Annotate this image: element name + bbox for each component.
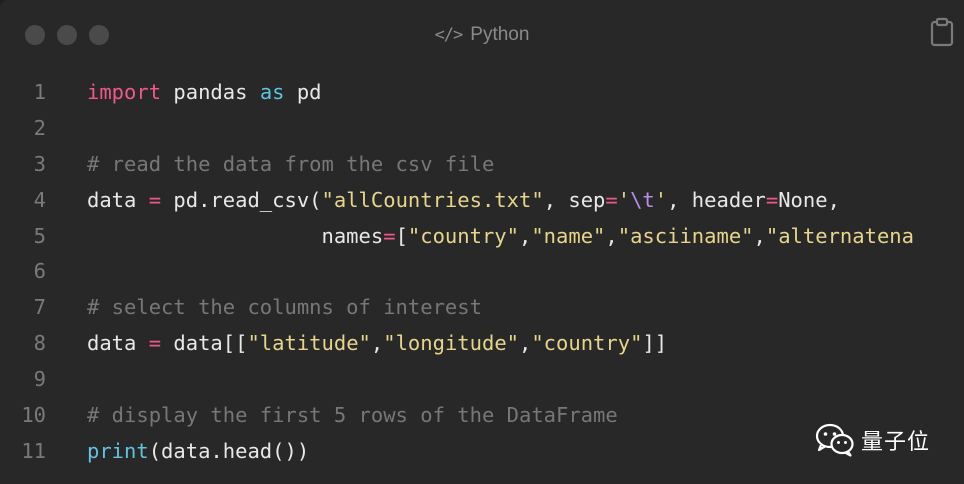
line-number: 2 — [33, 115, 46, 140]
code-token: ' — [617, 187, 631, 212]
title-bar: </> Python — [0, 0, 964, 68]
code-icon: </> — [434, 25, 464, 45]
language-label: Python — [470, 24, 530, 45]
code-token: data — [87, 187, 149, 212]
code-token: # select the columns of interest — [87, 295, 482, 320]
code-token: "latitude" — [247, 331, 371, 356]
line-number: 4 — [33, 187, 46, 212]
code-token: , — [370, 331, 384, 356]
line-source: # select the columns of interest — [87, 290, 482, 326]
code-token: = — [605, 187, 618, 212]
code-token: , sep — [543, 187, 606, 212]
code-token: pd — [284, 80, 322, 104]
code-token: as — [259, 80, 285, 104]
line-number: 11 — [21, 438, 46, 463]
code-token: = — [383, 223, 396, 248]
code-line: 6 — [0, 254, 964, 290]
code-token: = — [148, 331, 162, 356]
code-token: "longitude" — [383, 331, 519, 356]
line-source: # read the data from the csv file — [87, 147, 494, 183]
code-token: "alternatena — [765, 223, 914, 248]
code-token: "allCountries.txt" — [321, 187, 544, 212]
code-token: "country" — [531, 331, 643, 356]
line-source: import pandas as pd — [87, 75, 322, 111]
line-number: 6 — [33, 259, 46, 284]
code-line: 2 — [0, 111, 964, 147]
code-token: data — [87, 331, 149, 356]
code-token: pd.read_csv( — [161, 187, 322, 212]
line-source: data = pd.read_csv("allCountries.txt", s… — [87, 183, 840, 219]
code-token: "country" — [407, 223, 519, 248]
code-token: [ — [395, 223, 408, 248]
code-token: = — [148, 187, 162, 212]
line-number: 5 — [33, 223, 46, 248]
code-line: 1 import pandas as pd — [0, 75, 964, 111]
code-token: names — [87, 223, 384, 248]
line-source: names=["country","name","asciiname","alt… — [87, 219, 914, 255]
line-number: 7 — [33, 295, 46, 320]
language-label-group: </> Python — [0, 22, 964, 48]
code-token: ' — [654, 187, 668, 212]
code-line: 5 names=["country","name","asciiname","a… — [0, 219, 964, 255]
line-number: 10 — [21, 403, 46, 428]
watermark-text: 量子位 — [861, 430, 931, 455]
code-token: # display the first 5 rows of the DataFr… — [87, 403, 618, 428]
code-token: , — [519, 223, 532, 248]
code-token: data[[ — [161, 331, 248, 356]
clipboard-icon — [930, 17, 954, 47]
code-token: None, — [778, 187, 840, 212]
watermark: 量子位 — [815, 422, 930, 458]
code-token: , — [753, 223, 766, 248]
code-token: "asciiname" — [617, 223, 754, 248]
line-source: # display the first 5 rows of the DataFr… — [87, 398, 618, 434]
line-source: print(data.head()) — [87, 434, 309, 470]
code-token: \t — [630, 187, 655, 212]
code-token: print — [87, 438, 149, 463]
line-number: 3 — [33, 151, 46, 176]
code-token: # read the data from the csv file — [87, 151, 495, 176]
line-number: 8 — [33, 331, 46, 356]
code-token: , header — [667, 187, 766, 212]
code-line: 4 data = pd.read_csv("allCountries.txt", … — [0, 183, 964, 219]
line-source: data = data[["latitude","longitude","cou… — [87, 326, 667, 362]
code-token: = — [765, 187, 779, 212]
code-token: , — [605, 223, 618, 248]
code-token: pandas — [161, 80, 260, 104]
code-token: import — [87, 80, 162, 104]
code-token: ]] — [642, 331, 668, 356]
code-block[interactable]: 1 import pandas as pd 2 3 # read the data fr… — [0, 75, 964, 470]
code-token: (data.head()) — [148, 438, 310, 463]
code-window: </> Python 1 import pandas as pd 2 3 # read t… — [0, 0, 964, 484]
code-line: 7 # select the columns of interest — [0, 290, 964, 326]
wechat-icon — [815, 423, 854, 457]
code-token: "name" — [531, 223, 606, 248]
code-token: , — [519, 331, 532, 356]
code-line: 9 — [0, 362, 964, 398]
line-number: 9 — [33, 367, 46, 392]
copy-button[interactable] — [930, 17, 954, 47]
code-line: 3 # read the data from the csv file — [0, 147, 964, 183]
code-line: 8 data = data[["latitude","longitude","co… — [0, 326, 964, 362]
line-number: 1 — [33, 80, 46, 104]
